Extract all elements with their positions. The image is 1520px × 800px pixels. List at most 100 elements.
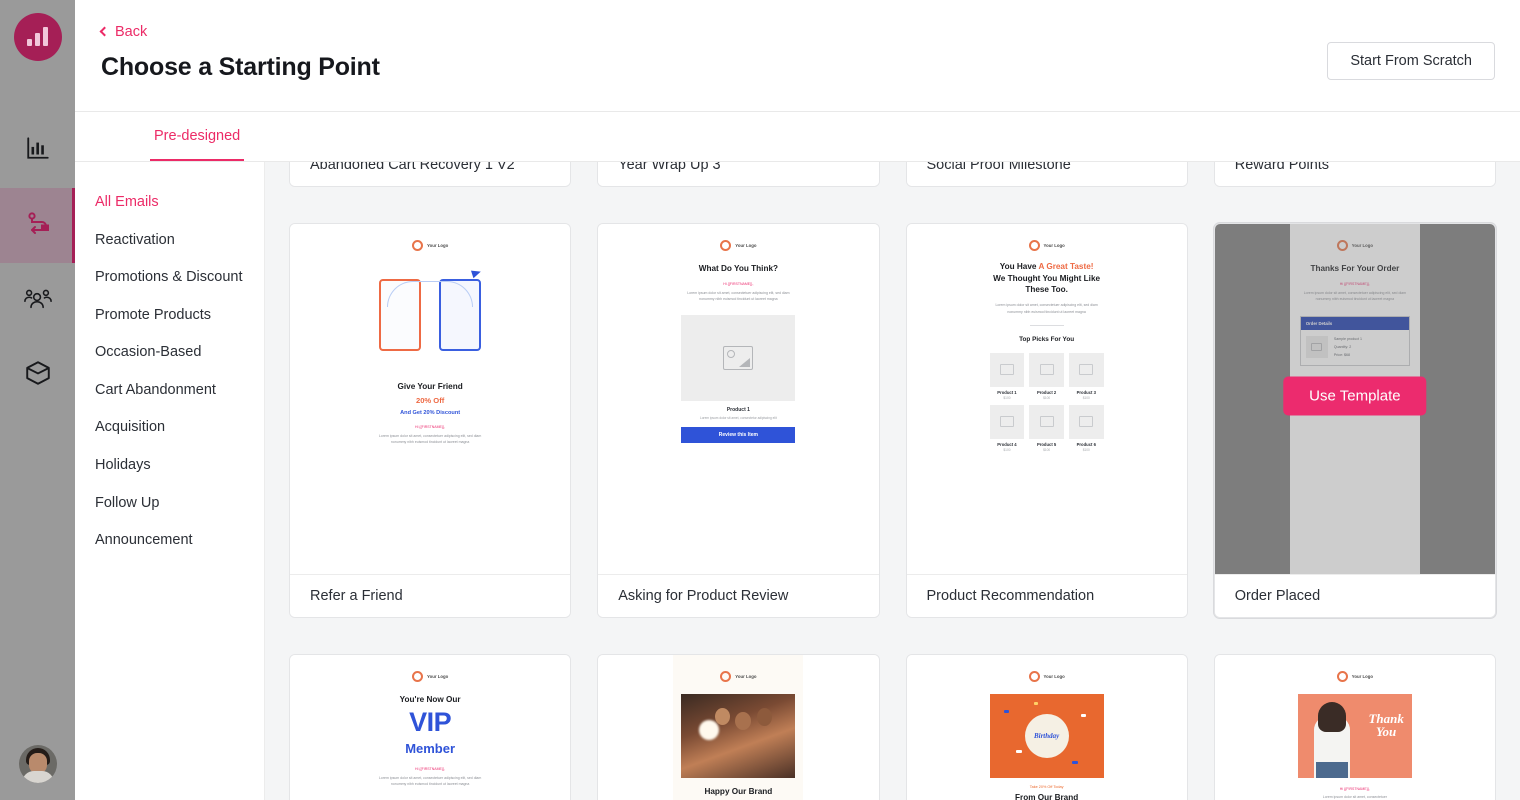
category-follow-up[interactable]: Follow Up bbox=[95, 485, 264, 523]
content-row: All Emails Reactivation Promotions & Dis… bbox=[75, 162, 1520, 800]
tab-pre-designed[interactable]: Pre-designed bbox=[150, 112, 245, 161]
start-from-scratch-button[interactable]: Start From Scratch bbox=[1327, 42, 1495, 80]
template-thumbnail: Your Logo You're Now Our VIP Member Hi {… bbox=[290, 655, 571, 800]
template-card[interactable]: Your Logo You're Now Our VIP Member Hi {… bbox=[289, 654, 572, 800]
template-card[interactable]: Your Logo Give Your Friend 20% Off And G… bbox=[289, 223, 572, 618]
template-thumbnail: Your Logo Thank You Hi {{FIRSTNAME}}, Lo… bbox=[1214, 655, 1495, 800]
logo-mark-icon bbox=[720, 671, 732, 682]
preview-lorem: Lorem ipsum dolor sit amet, consectetuer… bbox=[687, 290, 790, 301]
referral-illustration bbox=[365, 261, 495, 369]
logo-text: Your Logo bbox=[1043, 674, 1065, 679]
category-cart-abandonment[interactable]: Cart Abandonment bbox=[95, 372, 264, 410]
flow-arrow-icon bbox=[24, 209, 52, 242]
preview-greeting: Hi {{FIRSTNAME}}, bbox=[1339, 282, 1370, 287]
preview-heading: From Our Brand bbox=[1015, 793, 1079, 800]
tab-bar: Pre-designed bbox=[75, 112, 1520, 162]
preview-heading: Thanks For Your Order bbox=[1310, 264, 1400, 273]
app-root: Back Choose a Starting Point Start From … bbox=[0, 0, 1520, 800]
use-template-button[interactable]: Use Template bbox=[1283, 376, 1427, 416]
preview-product-price: $100 bbox=[1082, 395, 1090, 400]
category-all-emails[interactable]: All Emails bbox=[95, 184, 264, 222]
preview-heading-a: You Have bbox=[999, 262, 1039, 271]
template-title: Product Recommendation bbox=[906, 574, 1187, 617]
template-thumbnail: Your Logo Birthday Take 20% Off Today Fr… bbox=[906, 655, 1187, 800]
category-reactivation[interactable]: Reactivation bbox=[95, 222, 264, 260]
logo-mark-icon bbox=[412, 240, 424, 251]
email-preview: Your Logo Happy Our Brand bbox=[673, 655, 804, 800]
template-card[interactable]: Social Proof Milestone bbox=[905, 162, 1188, 187]
brand-logo: Your Logo bbox=[982, 671, 1112, 682]
preview-product-name: Product 4 bbox=[997, 441, 1017, 447]
chevron-left-icon bbox=[99, 26, 110, 37]
template-card[interactable]: Your Logo Thank You Hi {{FIRSTNAME}}, Lo… bbox=[1213, 654, 1496, 800]
page-header: Back Choose a Starting Point Start From … bbox=[75, 0, 1520, 112]
template-card[interactable]: Your Logo Birthday Take 20% Off Today Fr… bbox=[905, 654, 1188, 800]
sidebar-item-products[interactable] bbox=[0, 338, 75, 413]
template-card-hovered[interactable]: Your Logo Thanks For Your Order Hi {{FIR… bbox=[1213, 223, 1496, 618]
preview-lorem: Lorem ipsum dolor sit amet, consectetuer… bbox=[378, 433, 482, 445]
back-label: Back bbox=[115, 24, 148, 40]
preview-product-desc: Lorem ipsum dolor sit amet, consectetur … bbox=[700, 416, 777, 421]
category-occasion-based[interactable]: Occasion-Based bbox=[95, 334, 264, 372]
template-card[interactable]: Abandoned Cart Recovery 1 V2 bbox=[289, 162, 572, 187]
email-preview: Your Logo Thank You Hi {{FIRSTNAME}}, Lo… bbox=[1289, 655, 1420, 800]
email-preview: Your Logo What Do You Think? Hi {{FIRSTN… bbox=[673, 224, 804, 574]
email-preview: Your Logo Birthday Take 20% Off Today Fr… bbox=[981, 655, 1112, 800]
sidebar-item-audience[interactable] bbox=[0, 263, 75, 338]
template-thumbnail: Your Logo Thanks For Your Order Hi {{FIR… bbox=[1214, 224, 1495, 574]
preview-order-line2: Quantity: 2 bbox=[1333, 345, 1352, 350]
avatar[interactable] bbox=[18, 745, 57, 783]
preview-heading: You're Now Our bbox=[399, 695, 461, 704]
preview-product-name: Product 5 bbox=[1036, 441, 1057, 447]
brand-logo: Your Logo bbox=[1290, 671, 1420, 682]
preview-order-line3: Price: $68 bbox=[1333, 352, 1351, 357]
brand-logo: Your Logo bbox=[365, 671, 495, 682]
back-button[interactable]: Back bbox=[99, 24, 148, 40]
template-card[interactable]: Reward Points bbox=[1213, 162, 1496, 187]
preview-greeting: Hi {{FIRSTNAME}}, bbox=[1339, 787, 1370, 791]
thank-you-photo: Thank You bbox=[1297, 694, 1412, 778]
template-title: Reward Points bbox=[1214, 162, 1495, 186]
preview-member-text: Member bbox=[405, 741, 456, 757]
sidebar-item-analytics[interactable] bbox=[0, 113, 75, 188]
preview-product-cell: Product 5 $100 bbox=[1029, 404, 1064, 452]
email-preview: Your Logo You're Now Our VIP Member Hi {… bbox=[365, 655, 496, 800]
category-promotions-discount[interactable]: Promotions & Discount bbox=[95, 259, 264, 297]
brand-logo: Your Logo bbox=[673, 240, 803, 251]
preview-greeting: Hi {{FIRSTNAME}}, bbox=[723, 282, 754, 287]
preview-lorem: Lorem ipsum dolor sit amet, consectetuer… bbox=[995, 303, 1098, 314]
category-announcement[interactable]: Announcement bbox=[95, 522, 264, 560]
template-card[interactable]: Your Logo What Do You Think? Hi {{FIRSTN… bbox=[597, 223, 880, 618]
preview-sub2: And Get 20% Discount bbox=[400, 409, 461, 416]
logo-text: Your Logo bbox=[427, 243, 449, 248]
bar-chart-logo[interactable] bbox=[13, 13, 62, 61]
page-title: Choose a Starting Point bbox=[101, 53, 380, 81]
category-promote-products[interactable]: Promote Products bbox=[95, 297, 264, 335]
preview-product-price: $100 bbox=[1043, 395, 1051, 400]
template-title: Refer a Friend bbox=[290, 574, 571, 617]
rail-item-list bbox=[0, 113, 75, 413]
category-acquisition[interactable]: Acquisition bbox=[95, 409, 264, 447]
sidebar-item-automation[interactable] bbox=[0, 188, 75, 263]
preview-product-name: Product 6 bbox=[1076, 441, 1096, 447]
category-holidays[interactable]: Holidays bbox=[95, 447, 264, 485]
image-icon bbox=[1039, 364, 1054, 376]
logo-text: Your Logo bbox=[1043, 243, 1065, 248]
template-grid-scroll[interactable]: Abandoned Cart Recovery 1 V2 Year Wrap U… bbox=[265, 162, 1520, 800]
template-card[interactable]: Your Logo You Have A Great Taste! We Tho… bbox=[905, 223, 1188, 618]
template-card[interactable]: Your Logo Happy Our Brand bbox=[597, 654, 880, 800]
preview-heading: What Do You Think? bbox=[698, 264, 779, 273]
category-sidebar: All Emails Reactivation Promotions & Dis… bbox=[75, 162, 265, 800]
celebration-photo bbox=[681, 694, 796, 778]
template-card[interactable]: Year Wrap Up 3 bbox=[597, 162, 880, 187]
image-icon bbox=[723, 346, 754, 371]
image-placeholder bbox=[681, 315, 796, 402]
preview-greeting: Hi {{FIRSTNAME}}, bbox=[415, 767, 446, 772]
preview-order-line1: Sample product 1 bbox=[1333, 337, 1363, 342]
logo-mark-icon bbox=[1028, 240, 1040, 251]
preview-sub1: 20% Off bbox=[415, 396, 445, 406]
logo-text: Your Logo bbox=[427, 674, 449, 679]
logo-mark-icon bbox=[1336, 671, 1348, 682]
template-title: Year Wrap Up 3 bbox=[598, 162, 879, 186]
preview-product-cell: Product 2 $100 bbox=[1029, 352, 1064, 400]
